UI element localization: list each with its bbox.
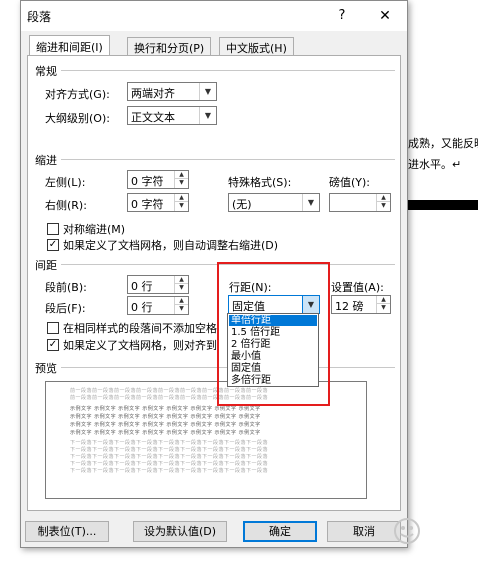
spinner-buttons: ▲ ▼ xyxy=(376,296,390,313)
preview-sample-text: 示例文字 示例文字 示例文字 示例文字 示例文字 示例文字 示例文字 示例文字 xyxy=(70,414,261,420)
spacing-at-label: 设置值(A): xyxy=(331,281,384,294)
watermark-logo xyxy=(392,516,452,552)
document-black-bar xyxy=(408,200,478,210)
dialog-title: 段落 xyxy=(27,10,52,24)
spinner-down-icon[interactable]: ▼ xyxy=(175,202,188,210)
document-text-line: 进水平。↵ xyxy=(408,158,462,171)
tabs-button[interactable]: 制表位(T)... xyxy=(25,521,109,542)
help-button[interactable]: ? xyxy=(331,6,353,26)
alignment-label: 对齐方式(G): xyxy=(45,88,110,101)
spinner-down-icon[interactable]: ▼ xyxy=(175,179,188,187)
section-spacing-title: 间距 xyxy=(35,259,57,272)
mirror-indents-label: 对称缩进(M) xyxy=(63,223,126,236)
spinner-buttons: ▲ ▼ xyxy=(376,194,390,211)
auto-adjust-right-indent-checkbox[interactable]: ✓ xyxy=(47,239,59,251)
spinner-up-icon[interactable]: ▲ xyxy=(377,194,390,202)
preview-sample-text: 示例文字 示例文字 示例文字 示例文字 示例文字 示例文字 示例文字 示例文字 xyxy=(70,430,261,436)
spinner-down-icon[interactable]: ▼ xyxy=(175,305,188,313)
no-space-same-style-checkbox[interactable] xyxy=(47,322,59,334)
spacing-before-value: 0 行 xyxy=(131,280,153,293)
outline-level-value: 正文文本 xyxy=(131,111,175,124)
chevron-down-icon: ▼ xyxy=(302,194,319,211)
close-button[interactable]: ✕ xyxy=(373,5,397,27)
spinner-buttons: ▲ ▼ xyxy=(174,297,188,314)
spinner-down-icon[interactable]: ▼ xyxy=(377,304,390,312)
indent-right-spinner[interactable]: 0 字符 ▲ ▼ xyxy=(127,193,189,212)
section-preview-title: 预览 xyxy=(35,362,57,375)
spacing-before-label: 段前(B): xyxy=(45,281,87,294)
mirror-indents-checkbox[interactable] xyxy=(47,223,59,235)
indent-left-spinner[interactable]: 0 字符 ▲ ▼ xyxy=(127,170,189,189)
spacing-at-spinner[interactable]: 12 磅 ▲ ▼ xyxy=(331,295,391,314)
preview-next-paragraph: 下一段落下一段落下一段落下一段落下一段落下一段落下一段落下一段落下一段落 xyxy=(70,468,269,474)
spinner-down-icon[interactable]: ▼ xyxy=(377,202,390,210)
spinner-down-icon[interactable]: ▼ xyxy=(175,284,188,292)
spinner-buttons: ▲ ▼ xyxy=(174,194,188,211)
spinner-up-icon[interactable]: ▲ xyxy=(377,296,390,304)
dialog-titlebar: 段落 ? ✕ xyxy=(21,1,407,31)
alignment-select[interactable]: 两端对齐 ▼ xyxy=(127,82,217,101)
special-indent-label: 特殊格式(S): xyxy=(228,176,292,189)
section-indent-title: 缩进 xyxy=(35,154,57,167)
chevron-down-icon: ▼ xyxy=(199,83,216,100)
paragraph-dialog: 段落 ? ✕ 缩进和间距(I) 换行和分页(P) 中文版式(H) 常规 对齐方式… xyxy=(20,0,408,548)
watermark-icon xyxy=(394,518,420,544)
indent-right-label: 右侧(R): xyxy=(45,199,87,212)
spacing-before-spinner[interactable]: 0 行 ▲ ▼ xyxy=(127,275,189,294)
section-divider xyxy=(61,159,395,160)
alignment-value: 两端对齐 xyxy=(131,87,175,100)
spacing-after-value: 0 行 xyxy=(131,301,153,314)
section-general-title: 常规 xyxy=(35,65,57,78)
spinner-buttons: ▲ ▼ xyxy=(174,171,188,188)
indent-by-label: 磅值(Y): xyxy=(329,176,371,189)
preview-sample-text: 示例文字 示例文字 示例文字 示例文字 示例文字 示例文字 示例文字 示例文字 xyxy=(70,422,261,428)
outline-level-label: 大纲级别(O): xyxy=(45,112,110,125)
ok-button[interactable]: 确定 xyxy=(243,521,317,542)
indent-right-value: 0 字符 xyxy=(131,198,164,211)
preview-next-paragraph: 下一段落下一段落下一段落下一段落下一段落下一段落下一段落下一段落下一段落 xyxy=(70,454,269,460)
spinner-buttons: ▲ ▼ xyxy=(174,276,188,293)
cancel-button[interactable]: 取消 xyxy=(327,521,401,542)
preview-next-paragraph: 下一段落下一段落下一段落下一段落下一段落下一段落下一段落下一段落下一段落 xyxy=(70,440,269,446)
preview-next-paragraph: 下一段落下一段落下一段落下一段落下一段落下一段落下一段落下一段落下一段落 xyxy=(70,461,269,467)
chevron-down-icon: ▼ xyxy=(199,107,216,124)
preview-next-paragraph: 下一段落下一段落下一段落下一段落下一段落下一段落下一段落下一段落下一段落 xyxy=(70,447,269,453)
set-as-default-button[interactable]: 设为默认值(D) xyxy=(133,521,227,542)
spinner-up-icon[interactable]: ▲ xyxy=(175,194,188,202)
spinner-up-icon[interactable]: ▲ xyxy=(175,276,188,284)
tab-line-page-breaks[interactable]: 换行和分页(P) xyxy=(127,37,212,56)
spacing-after-label: 段后(F): xyxy=(45,302,86,315)
auto-adjust-right-indent-label: 如果定义了文档网格，则自动调整右缩进(D) xyxy=(63,239,279,252)
document-text-line: 成熟，又能反映 xyxy=(408,137,478,150)
preview-sample-text: 示例文字 示例文字 示例文字 示例文字 示例文字 示例文字 示例文字 示例文字 xyxy=(70,406,261,412)
section-divider xyxy=(61,70,395,71)
snap-to-grid-label: 如果定义了文档网格，则对齐到 xyxy=(63,339,217,352)
indent-left-value: 0 字符 xyxy=(131,175,164,188)
snap-to-grid-checkbox[interactable]: ✓ xyxy=(47,339,59,351)
spinner-up-icon[interactable]: ▲ xyxy=(175,297,188,305)
special-indent-select[interactable]: (无) ▼ xyxy=(228,193,320,212)
outline-level-select[interactable]: 正文文本 ▼ xyxy=(127,106,217,125)
spacing-at-value: 12 磅 xyxy=(335,300,364,313)
tab-asian-typography[interactable]: 中文版式(H) xyxy=(219,37,294,56)
spinner-up-icon[interactable]: ▲ xyxy=(175,171,188,179)
no-space-same-style-label: 在相同样式的段落间不添加空格 xyxy=(63,322,217,335)
spacing-after-spinner[interactable]: 0 行 ▲ ▼ xyxy=(127,296,189,315)
special-indent-value: (无) xyxy=(232,198,252,211)
indent-by-spinner[interactable]: ▲ ▼ xyxy=(329,193,391,212)
indent-left-label: 左侧(L): xyxy=(45,176,86,189)
highlight-annotation-box xyxy=(217,262,330,406)
tab-indents-spacing[interactable]: 缩进和间距(I) xyxy=(29,35,110,56)
